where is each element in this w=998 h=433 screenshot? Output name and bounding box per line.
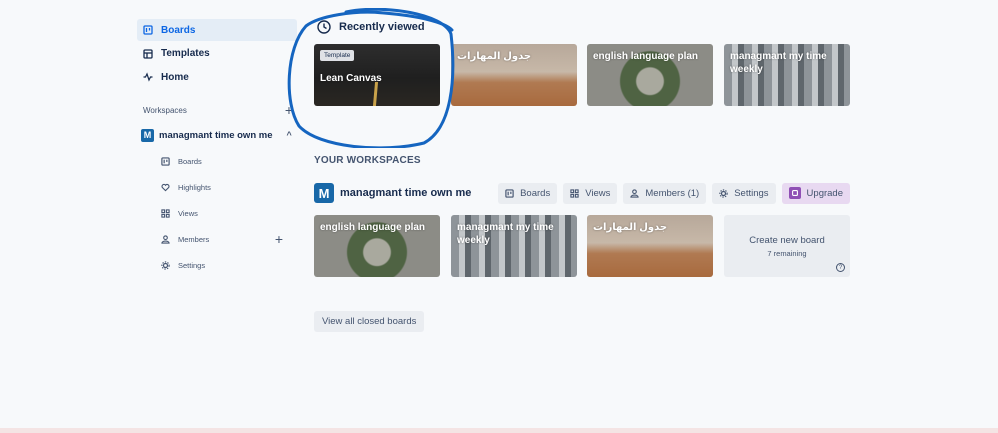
sidebar-subitem-members[interactable]: Members + — [137, 226, 297, 252]
gear-icon — [719, 188, 728, 198]
remaining-count: 7 remaining — [767, 249, 807, 258]
view-closed-boards-button[interactable]: View all closed boards — [314, 311, 425, 332]
board-title: جدول المهارات — [593, 222, 668, 233]
sidebar-item-boards[interactable]: Boards — [137, 19, 297, 41]
workspace-actions: Boards Views Members (1) Settings Upgrad… — [498, 182, 850, 204]
workspaces-label: Workspaces — [143, 105, 187, 115]
board-icon — [161, 156, 170, 166]
sidebar-item-label: Home — [161, 71, 189, 83]
board-icon — [505, 188, 514, 198]
workspaces-header: Workspaces + — [137, 102, 297, 118]
button-label: Boards — [520, 187, 551, 199]
heart-icon — [161, 183, 170, 192]
clock-icon — [317, 20, 331, 34]
create-new-board-tile[interactable]: Create new board 7 remaining ? — [724, 215, 850, 277]
board-title: managmant my time weekly — [730, 51, 827, 75]
upgrade-icon — [788, 187, 801, 199]
sidebar: Boards Templates Home Workspaces + M man… — [137, 19, 297, 278]
workspace-name: managmant time own me — [340, 187, 472, 199]
add-workspace-icon[interactable]: + — [285, 103, 293, 117]
sidebar-item-label: Templates — [161, 48, 210, 59]
subitem-label: Boards — [178, 156, 202, 166]
board-title: english language plan — [593, 51, 699, 62]
button-label: Upgrade — [806, 187, 843, 199]
add-member-icon[interactable]: + — [275, 232, 283, 246]
sidebar-item-templates[interactable]: Templates — [137, 43, 297, 65]
board-title: english language plan — [320, 222, 426, 233]
sidebar-item-label: Boards — [161, 24, 196, 36]
board-title: جدول المهارات — [457, 51, 532, 62]
subitem-label: Views — [178, 208, 198, 218]
workspace-name: managmant time own me — [159, 129, 273, 141]
recent-board-tile[interactable]: managmant my time weekly — [724, 44, 850, 106]
members-icon — [161, 234, 170, 244]
workspace-board-tile[interactable]: managmant my time weekly — [451, 215, 577, 277]
pulse-icon — [143, 72, 153, 82]
workspace-avatar: M — [141, 128, 154, 142]
button-label: Members (1) — [645, 187, 700, 199]
recent-board-tile[interactable]: english language plan — [587, 44, 713, 106]
your-workspaces-heading: YOUR WORKSPACES — [314, 155, 421, 166]
sidebar-item-home[interactable]: Home — [137, 66, 297, 88]
workspace-upgrade-button[interactable]: Upgrade — [781, 182, 850, 204]
grid-icon — [161, 208, 170, 218]
help-icon[interactable]: ? — [836, 263, 845, 272]
workspace-settings-button[interactable]: Settings — [712, 182, 776, 204]
sidebar-workspace[interactable]: M managmant time own me ^ — [137, 126, 297, 144]
grid-icon — [570, 188, 579, 198]
button-label: Views — [585, 187, 611, 199]
create-board-label: Create new board — [749, 235, 825, 246]
workspace-members-button[interactable]: Members (1) — [623, 182, 707, 204]
board-title: Lean Canvas — [320, 73, 382, 84]
workspace-boards-button[interactable]: Boards — [498, 182, 558, 204]
template-badge: Template — [320, 50, 355, 61]
workspace-board-tile[interactable]: جدول المهارات — [587, 215, 713, 277]
workspace-row: M managmant time own me Boards Views Mem… — [314, 182, 850, 204]
workspace-views-button[interactable]: Views — [563, 182, 618, 204]
button-label: Settings — [734, 187, 769, 199]
template-icon — [143, 48, 153, 59]
subitem-label: Highlights — [178, 182, 211, 192]
sidebar-subitem-boards[interactable]: Boards — [137, 148, 297, 174]
sidebar-subitem-highlights[interactable]: Highlights — [137, 174, 297, 200]
board-icon — [143, 25, 153, 35]
gear-icon — [161, 260, 170, 270]
sidebar-subitem-settings[interactable]: Settings — [137, 252, 297, 278]
chevron-up-icon[interactable]: ^ — [287, 130, 292, 140]
members-icon — [630, 188, 640, 198]
workspace-avatar: M — [314, 183, 334, 203]
section-title: Recently viewed — [339, 21, 425, 33]
recently-viewed-heading: Recently viewed — [317, 20, 425, 34]
road-decoration — [372, 82, 379, 106]
sidebar-subitem-views[interactable]: Views — [137, 200, 297, 226]
subitem-label: Members — [178, 234, 210, 244]
board-title: managmant my time weekly — [457, 222, 554, 246]
recent-board-tile[interactable]: جدول المهارات — [451, 44, 577, 106]
bottom-strip — [0, 428, 998, 433]
recent-board-tile[interactable]: Template Lean Canvas — [314, 44, 440, 106]
subitem-label: Settings — [178, 260, 206, 270]
workspace-board-tile[interactable]: english language plan — [314, 215, 440, 277]
